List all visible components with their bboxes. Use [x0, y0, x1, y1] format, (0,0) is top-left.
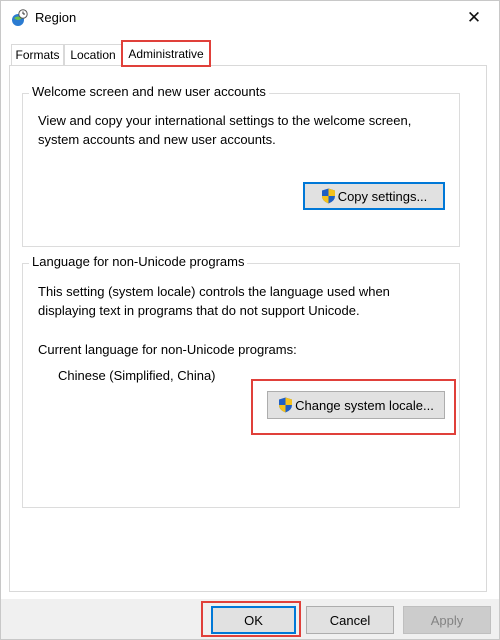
current-language-label: Current language for non-Unicode program…: [38, 342, 297, 357]
uac-shield-icon: [321, 188, 335, 204]
tab-location[interactable]: Location: [64, 44, 122, 65]
language-description: This setting (system locale) controls th…: [38, 282, 390, 320]
ok-label: OK: [244, 612, 263, 628]
region-dialog: Region ✕ Formats Location Administrative…: [0, 0, 500, 640]
current-language-value: Chinese (Simplified, China): [58, 368, 216, 383]
language-description-line1: This setting (system locale) controls th…: [38, 284, 390, 299]
welcome-description: View and copy your international setting…: [38, 111, 411, 149]
region-globe-clock-icon: [12, 9, 28, 26]
welcome-groupbox: Welcome screen and new user accounts Vie…: [22, 84, 460, 247]
tab-administrative[interactable]: Administrative: [122, 41, 210, 66]
copy-settings-button[interactable]: Copy settings...: [303, 182, 445, 210]
close-button[interactable]: ✕: [461, 5, 487, 31]
change-system-locale-button[interactable]: Change system locale...: [267, 391, 445, 419]
uac-shield-icon: [279, 397, 293, 413]
welcome-description-line2: system accounts and new user accounts.: [38, 132, 276, 147]
welcome-description-line1: View and copy your international setting…: [38, 113, 412, 128]
copy-settings-label: Copy settings...: [337, 188, 428, 204]
tab-formats[interactable]: Formats: [11, 44, 64, 65]
apply-button[interactable]: Apply: [403, 606, 491, 634]
apply-label: Apply: [430, 612, 464, 628]
close-icon: ✕: [466, 8, 482, 27]
change-system-locale-label: Change system locale...: [295, 397, 434, 413]
language-group-title: Language for non-Unicode programs: [29, 254, 248, 269]
administrative-panel: Welcome screen and new user accounts Vie…: [9, 65, 487, 592]
cancel-button[interactable]: Cancel: [306, 606, 394, 634]
dialog-footer: OK Cancel Apply: [1, 599, 499, 639]
language-description-line2: displaying text in programs that do not …: [38, 303, 360, 318]
language-groupbox: Language for non-Unicode programs This s…: [22, 254, 460, 508]
cancel-label: Cancel: [329, 612, 371, 628]
welcome-group-title: Welcome screen and new user accounts: [29, 84, 269, 99]
ok-button[interactable]: OK: [211, 606, 296, 634]
window-title: Region: [35, 10, 77, 25]
title-bar[interactable]: Region ✕: [1, 1, 499, 35]
